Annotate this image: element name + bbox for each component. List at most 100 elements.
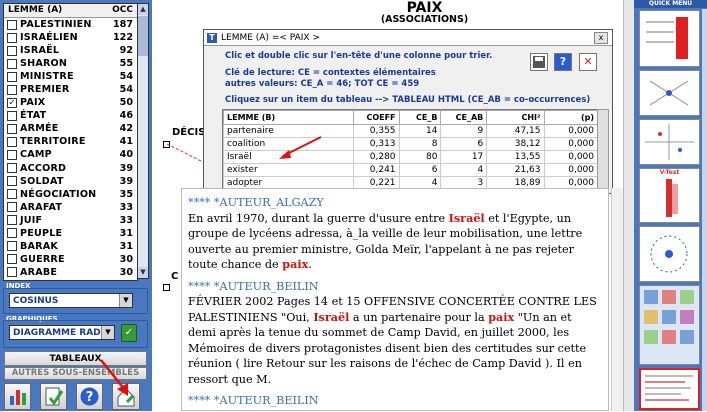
column-header[interactable]: LEMME (B) <box>223 110 354 125</box>
lemma-list-scrollbar[interactable]: ▲ ▼ <box>137 3 149 279</box>
lemma-row[interactable]: PREMIER 54 <box>4 83 137 96</box>
lemma-checkbox[interactable] <box>7 71 17 82</box>
scroll-up-icon[interactable]: ▲ <box>138 4 148 15</box>
lemma-row[interactable]: ARMÉE 42 <box>4 122 137 135</box>
lemma-checkbox[interactable] <box>7 189 17 200</box>
col-lemme-header[interactable]: LEMME (A) <box>4 4 106 17</box>
column-header[interactable]: CE_AB <box>440 110 488 125</box>
thumbnail-bar-chart[interactable] <box>639 10 700 67</box>
lemma-row[interactable]: MINISTRE 54 <box>4 70 137 83</box>
lemma-checkbox[interactable] <box>7 215 17 226</box>
column-header[interactable]: CHI² <box>486 110 545 125</box>
lemma-row[interactable]: ISRAÉLIEN 122 <box>4 31 137 44</box>
thumbnail-graph-1[interactable] <box>639 70 700 116</box>
column-header[interactable]: COEFF <box>352 110 400 125</box>
table-row[interactable]: exister 0,241 6 4 21,63 0,000 <box>223 163 598 177</box>
lemma-row[interactable]: ✓ PAIX 50 <box>4 96 137 109</box>
lemma-row[interactable]: ARABE 30 <box>4 266 137 279</box>
col-occ-header[interactable]: OCC <box>106 4 137 17</box>
lemma-row[interactable]: SOLDAT 39 <box>4 175 137 188</box>
scroll-thumb[interactable] <box>138 16 148 56</box>
column-header[interactable]: CE_B <box>398 110 442 125</box>
lemma-row[interactable]: ÉTAT 46 <box>4 109 137 122</box>
lemma-list[interactable]: LEMME (A) OCC PALESTINIEN 187 ISRAÉLIEN 122… <box>3 3 138 281</box>
lemma-checkbox[interactable] <box>7 202 17 213</box>
lemma-checkbox[interactable] <box>7 267 17 278</box>
lemma-checkbox[interactable] <box>7 58 17 69</box>
table-cell[interactable]: 6 <box>398 163 442 177</box>
thumbnail-radial[interactable] <box>639 226 700 282</box>
table-cell[interactable]: 0,280 <box>352 150 400 164</box>
lemma-row[interactable]: ARAFAT 33 <box>4 201 137 214</box>
column-header[interactable]: (p) <box>543 110 598 125</box>
chart-icon[interactable] <box>4 383 31 410</box>
validate-icon[interactable]: ✓ <box>121 324 137 342</box>
thumbnail-text-selected[interactable] <box>639 368 700 410</box>
close-icon[interactable]: ✕ <box>579 53 597 71</box>
table-cell[interactable]: 21,63 <box>486 163 545 177</box>
lemma-checkbox[interactable]: ✓ <box>7 97 17 108</box>
lemma-checkbox[interactable] <box>7 254 17 265</box>
lemma-row[interactable]: SHARON 55 <box>4 57 137 70</box>
main-scrollbar[interactable] <box>623 0 634 411</box>
lemma-list-header[interactable]: LEMME (A) OCC <box>4 4 137 18</box>
table-cell[interactable]: 80 <box>398 150 442 164</box>
lemma-row[interactable]: ISRAËL 92 <box>4 44 137 57</box>
lemma-row[interactable]: GUERRE 30 <box>4 253 137 266</box>
table-cell[interactable]: exister <box>223 163 354 177</box>
table-cell[interactable]: 8 <box>398 137 442 151</box>
lemma-row[interactable]: PALESTINIEN 187 <box>4 18 137 31</box>
lemma-row[interactable]: CAMP 40 <box>4 148 137 161</box>
quick-menu-scrollbar[interactable] <box>702 9 707 411</box>
lemma-checkbox[interactable] <box>7 84 17 95</box>
lemma-checkbox[interactable] <box>7 19 17 30</box>
lemma-checkbox[interactable] <box>7 228 17 239</box>
table-cell[interactable]: 0,000 <box>543 124 598 138</box>
lemma-checkbox[interactable] <box>7 32 17 43</box>
table-cell[interactable]: 0,000 <box>543 150 598 164</box>
help-icon[interactable]: ? <box>554 53 572 71</box>
lemma-checkbox[interactable] <box>7 163 17 174</box>
lemma-checkbox[interactable] <box>7 110 17 121</box>
scroll-down-icon[interactable]: ▼ <box>138 267 148 278</box>
table-cell[interactable]: 13,55 <box>486 150 545 164</box>
chevron-down-icon[interactable]: ▼ <box>119 294 132 307</box>
table-cell[interactable]: 47,15 <box>486 124 545 138</box>
lemma-checkbox[interactable] <box>7 241 17 252</box>
lemma-row[interactable]: BARAK 31 <box>4 240 137 253</box>
dialog-titlebar[interactable]: T LEMME (A) =< PAIX > <box>204 30 612 46</box>
table-cell[interactable]: 0,000 <box>543 163 598 177</box>
graphiques-select[interactable]: DIAGRAMME RADI ▼ <box>9 325 115 340</box>
lemma-checkbox[interactable] <box>7 123 17 134</box>
table-cell[interactable]: 14 <box>398 124 442 138</box>
lemma-row[interactable]: NÉGOCIATION 35 <box>4 188 137 201</box>
save-icon[interactable] <box>530 53 548 71</box>
lemma-checkbox[interactable] <box>7 136 17 147</box>
table-cell[interactable]: 17 <box>440 150 488 164</box>
lemma-row[interactable]: ACCORD 39 <box>4 162 137 175</box>
lemma-row[interactable]: TERRITOIRE 41 <box>4 135 137 148</box>
graph-node[interactable] <box>163 284 170 291</box>
chevron-down-icon[interactable]: ▼ <box>101 326 114 339</box>
close-button[interactable]: x <box>594 32 608 44</box>
table-cell[interactable]: 0,355 <box>352 124 400 138</box>
context-text-panel[interactable]: **** *AUTEUR_ALGAZY En avril 1970, durant… <box>181 188 609 411</box>
table-cell[interactable]: 9 <box>440 124 488 138</box>
table-scrollbar[interactable] <box>597 109 609 193</box>
table-cell[interactable]: 0,313 <box>352 137 400 151</box>
table-cell[interactable]: 38,12 <box>486 137 545 151</box>
lemma-checkbox[interactable] <box>7 176 17 187</box>
lemma-row[interactable]: PEUPLE 31 <box>4 227 137 240</box>
lemma-checkbox[interactable] <box>7 149 17 160</box>
index-select[interactable]: COSINUS ▼ <box>9 293 133 308</box>
lemma-checkbox[interactable] <box>7 45 17 56</box>
table-cell[interactable]: 6 <box>440 137 488 151</box>
table-cell[interactable]: 0,241 <box>352 163 400 177</box>
lemma-row[interactable]: JUIF 33 <box>4 214 137 227</box>
thumbnail-graph-2[interactable] <box>639 119 700 165</box>
thumbnail-vtest[interactable]: V-Test <box>639 168 700 223</box>
table-cell[interactable]: 0,000 <box>543 137 598 151</box>
check-sheet-icon[interactable] <box>40 383 67 410</box>
text-scrollbar[interactable] <box>611 188 623 411</box>
thumbnail-grid[interactable] <box>639 285 700 365</box>
